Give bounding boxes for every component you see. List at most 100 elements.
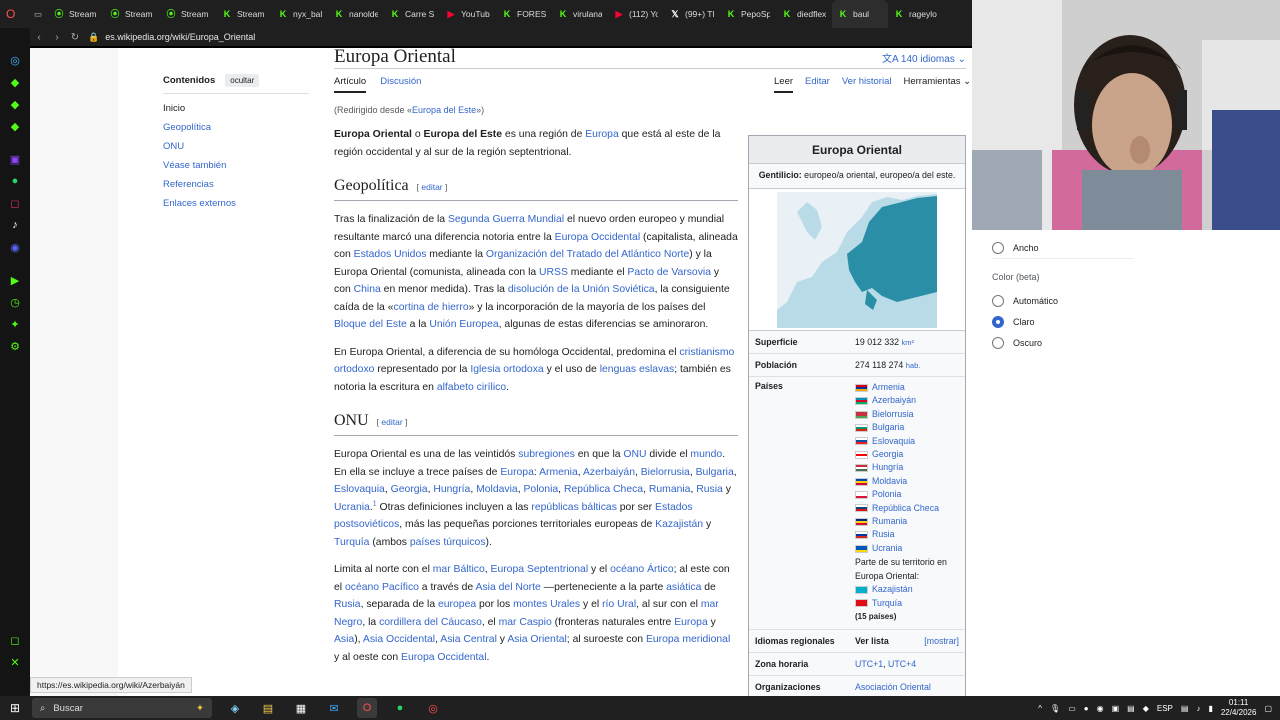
- browser-tab[interactable]: K FOREST: [496, 0, 552, 28]
- tray-app-icon-5[interactable]: ◆: [1143, 704, 1149, 713]
- kick-sidebar-icon[interactable]: ◆: [8, 75, 22, 89]
- toc-item-enlaces-externos[interactable]: Enlaces externos: [163, 198, 309, 209]
- link-republica-checa[interactable]: República Checa: [564, 484, 643, 495]
- link-onu[interactable]: ONU: [623, 449, 646, 460]
- link-montes-urales[interactable]: montes Urales: [513, 599, 580, 610]
- browser-tab[interactable]: ⦿ Stream: [104, 0, 160, 28]
- network-icon[interactable]: ▤: [1181, 704, 1189, 713]
- link-asia[interactable]: Asia: [334, 634, 354, 645]
- reference-1[interactable]: 1: [373, 500, 377, 507]
- browser-tab[interactable]: ⦿ Stream: [160, 0, 216, 28]
- browser-tab[interactable]: Krageylo: [888, 0, 944, 28]
- country-item[interactable]: Georgia: [855, 448, 959, 461]
- notification-icon[interactable]: ▢: [1264, 704, 1272, 713]
- browser-tab[interactable]: Kdiedflex: [776, 0, 832, 28]
- link-asia-central[interactable]: Asia Central: [440, 634, 497, 645]
- link-oceano-artico[interactable]: océano Ártico: [610, 564, 674, 575]
- back-icon[interactable]: ‹: [30, 32, 48, 43]
- country-item[interactable]: Polonia: [855, 488, 959, 501]
- tray-app-icon[interactable]: ●: [1084, 704, 1089, 713]
- country-item[interactable]: Turquía: [855, 597, 959, 610]
- link-rusia-2[interactable]: Rusia: [334, 599, 361, 610]
- link-europea[interactable]: europea: [438, 599, 476, 610]
- link-iglesia-ortodoxa[interactable]: Iglesia ortodoxa: [470, 364, 543, 375]
- link-europa-septentrional[interactable]: Europa Septentrional: [491, 564, 589, 575]
- clock[interactable]: 01:11 22/4/2026: [1221, 698, 1257, 718]
- link-mundo[interactable]: mundo: [690, 449, 722, 460]
- tools-menu[interactable]: Herramientas ⌄: [903, 76, 971, 93]
- browser-tab[interactable]: ▶ (112) Yo: [608, 0, 664, 28]
- forward-icon[interactable]: ›: [48, 32, 66, 43]
- tiktok-icon[interactable]: ♪: [8, 218, 22, 232]
- color-option-claro[interactable]: Claro: [992, 316, 1035, 328]
- link-moldavia[interactable]: Moldavia: [476, 484, 518, 495]
- link-asiatica[interactable]: asiática: [666, 582, 701, 593]
- link-union-europea[interactable]: Unión Europea: [429, 319, 498, 330]
- outlook-icon[interactable]: ✉: [324, 698, 344, 718]
- file-explorer-icon[interactable]: ▤: [258, 698, 278, 718]
- europe-map-image[interactable]: [749, 189, 965, 331]
- poblacion-unit-link[interactable]: hab.: [906, 361, 921, 370]
- tab-discussion[interactable]: Discusión: [380, 76, 421, 93]
- link-alfabeto-cirilico[interactable]: alfabeto cirílico: [437, 382, 506, 393]
- extension-icon[interactable]: ◻: [8, 633, 22, 647]
- tab-article[interactable]: Artículo: [334, 76, 367, 93]
- windows-start-icon[interactable]: ⊞: [0, 701, 30, 715]
- link-estados-postsovieticos[interactable]: Estados postsoviéticos: [334, 502, 693, 531]
- link-asia-occidental[interactable]: Asia Occidental: [363, 634, 435, 645]
- tray-app-icon-4[interactable]: ▤: [1127, 704, 1135, 713]
- url-field[interactable]: es.wikipedia.org/wiki/Europa_Oriental: [105, 32, 255, 42]
- org-value[interactable]: Asociación Oriental: [855, 682, 959, 692]
- country-item[interactable]: Rumania: [855, 515, 959, 528]
- link-ucrania[interactable]: Ucrania: [334, 502, 370, 513]
- country-item[interactable]: Bulgaria: [855, 421, 959, 434]
- superficie-unit-link[interactable]: km²: [901, 338, 914, 347]
- country-item[interactable]: Kazajistán: [855, 583, 959, 596]
- volume-icon[interactable]: ♪: [1196, 704, 1200, 713]
- link-bielorrusia[interactable]: Bielorrusia: [641, 467, 690, 478]
- country-item[interactable]: Bielorrusia: [855, 408, 959, 421]
- link-hungria[interactable]: Hungría: [433, 484, 470, 495]
- kick-sidebar-icon-3[interactable]: ◆: [8, 119, 22, 133]
- country-item[interactable]: República Checa: [855, 502, 959, 515]
- section-edit-link[interactable]: [ editar ]: [377, 412, 408, 432]
- battery-icon[interactable]: ▭: [1068, 704, 1076, 713]
- link-europa-occidental[interactable]: Europa Occidental: [555, 232, 640, 243]
- color-option-automatico[interactable]: Automático: [992, 295, 1058, 307]
- link-europa[interactable]: Europa: [585, 129, 619, 140]
- browser-tab[interactable]: K Stream: [216, 0, 272, 28]
- language-button[interactable]: 文A 140 idiomas ⌄: [882, 50, 966, 65]
- opera-logo-icon[interactable]: O: [0, 0, 28, 28]
- link-azerbaiyan[interactable]: Azerbaiyán: [583, 467, 635, 478]
- aria-icon[interactable]: ◎: [8, 53, 22, 67]
- tab-read[interactable]: Leer: [774, 76, 794, 93]
- link-polonia[interactable]: Polonia: [524, 484, 559, 495]
- link-paises-turquicos[interactable]: países túrquicos: [410, 537, 486, 548]
- link-cortina-de-hierro[interactable]: cortina de hierro: [394, 302, 469, 313]
- store-icon[interactable]: ▦: [291, 698, 311, 718]
- kick-sidebar-icon-2[interactable]: ◆: [8, 97, 22, 111]
- link-china[interactable]: China: [354, 284, 381, 295]
- browser-tab[interactable]: Knyx_bal: [272, 0, 328, 28]
- country-item[interactable]: Ucrania: [855, 542, 959, 555]
- toc-item-onu[interactable]: ONU: [163, 141, 309, 152]
- toc-hide-button[interactable]: ocultar: [225, 74, 260, 87]
- browser-tab[interactable]: ⦿ Stream: [48, 0, 104, 28]
- link-europa-occidental-2[interactable]: Europa Occidental: [401, 652, 486, 663]
- toc-item-referencias[interactable]: Referencias: [163, 179, 309, 190]
- link-asia-del-norte[interactable]: Asia del Norte: [476, 582, 541, 593]
- taskbar-search[interactable]: ⌕ Buscar ✦: [32, 698, 212, 718]
- browser-tab[interactable]: Knanolde: [328, 0, 384, 28]
- browser-tab[interactable]: Kvirulana: [552, 0, 608, 28]
- twitch-icon[interactable]: ▣: [8, 152, 22, 166]
- reload-icon[interactable]: ↻: [66, 32, 84, 43]
- lightbulb-icon[interactable]: ✦: [8, 317, 22, 331]
- link-eslovaquia[interactable]: Eslovaquia: [334, 484, 385, 495]
- chevron-up-icon[interactable]: ^: [1038, 704, 1042, 713]
- tab-history[interactable]: Ver historial: [842, 76, 892, 93]
- link-georgia[interactable]: Georgia: [391, 484, 428, 495]
- browser-tab[interactable]: ▶ YouTub: [440, 0, 496, 28]
- lock-icon[interactable]: 🔒: [88, 32, 99, 43]
- link-subregiones[interactable]: subregiones: [518, 449, 575, 460]
- color-option-oscuro[interactable]: Oscuro: [992, 337, 1042, 349]
